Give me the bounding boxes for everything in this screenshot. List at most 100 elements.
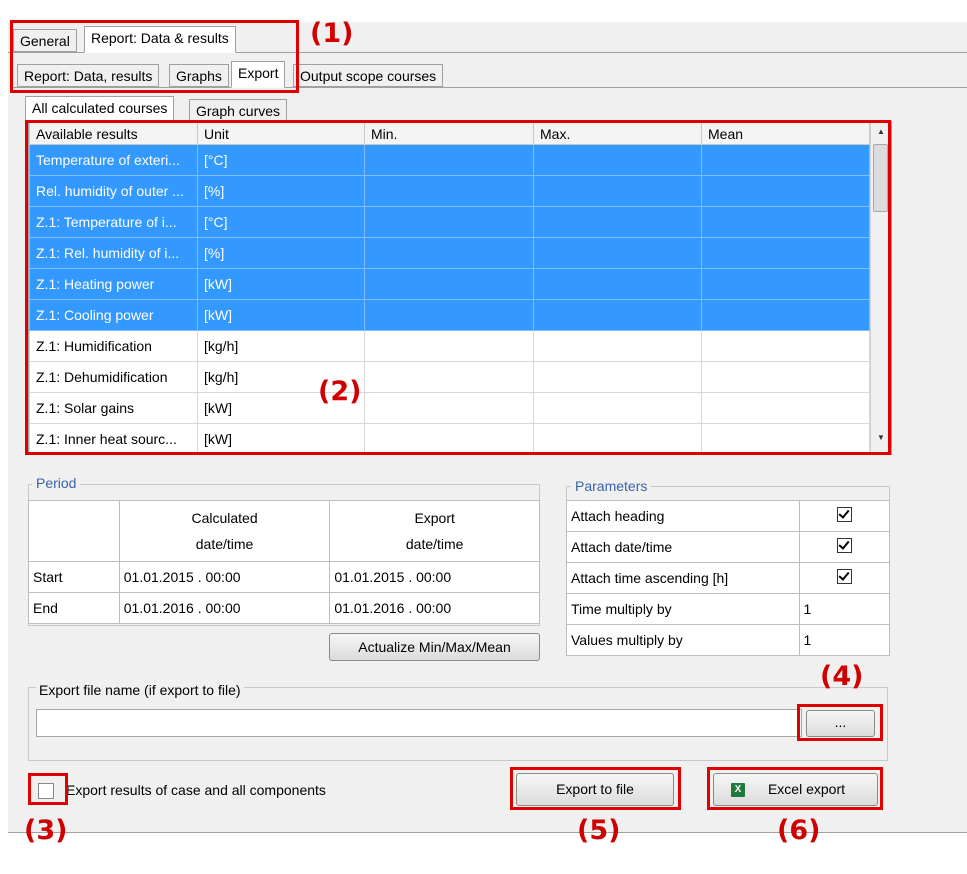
calculated-header-2: date/time (195, 536, 254, 552)
result-mean (701, 144, 870, 176)
result-unit: [kW] (197, 299, 365, 331)
result-mean (701, 392, 870, 424)
attach-heading-label: Attach heading (566, 500, 800, 532)
calculated-header-1: Calculated (191, 510, 258, 526)
period-legend: Period (32, 475, 81, 491)
browse-button[interactable]: ... (806, 710, 875, 737)
result-unit: [kW] (197, 423, 365, 454)
parameters-table: Attach heading Attach date/time Attach t… (566, 500, 890, 656)
attach-heading-cell (798, 500, 890, 532)
export-all-label[interactable]: Export results of case and all component… (66, 782, 326, 798)
scroll-down-arrow-icon[interactable]: ▼ (871, 430, 891, 446)
result-max (533, 299, 702, 331)
result-min (364, 361, 534, 393)
result-mean (701, 206, 870, 238)
export-file-input[interactable] (36, 709, 802, 737)
result-min (364, 423, 534, 454)
result-name: Z.1: Rel. humidity of i... (29, 237, 198, 269)
tab-graph-curves[interactable]: Graph curves (189, 99, 288, 122)
table-row[interactable]: Rel. humidity of outer ... [%] (29, 175, 870, 207)
callout-label-6: (6) (777, 815, 821, 846)
attach-datetime-checkbox[interactable] (836, 538, 852, 553)
result-min (364, 299, 534, 331)
values-multiply-input[interactable]: 1 (798, 624, 890, 656)
result-unit: [kW] (197, 268, 365, 300)
callout-label-4: (4) (820, 661, 864, 692)
col-min[interactable]: Min. (364, 122, 534, 145)
result-name: Temperature of exteri... (29, 144, 198, 176)
attach-datetime-label: Attach date/time (566, 531, 800, 563)
scroll-up-arrow-icon[interactable]: ▲ (871, 124, 891, 140)
export-to-file-button[interactable]: Export to file (516, 773, 674, 806)
result-max (533, 392, 702, 424)
result-name: Z.1: Solar gains (29, 392, 198, 424)
results-scrollbar[interactable]: ▲ ▼ (870, 122, 891, 453)
table-row[interactable]: Temperature of exteri... [°C] (29, 144, 870, 176)
callout-label-1: (1) (310, 18, 354, 49)
col-max[interactable]: Max. (533, 122, 702, 145)
result-min (364, 237, 534, 269)
scroll-thumb[interactable] (873, 144, 888, 212)
tab-all-calculated-courses[interactable]: All calculated courses (25, 96, 175, 122)
end-export-input[interactable]: 01.01.2016 . 00:00 (329, 592, 540, 624)
export-header-1: Export (414, 510, 455, 526)
col-available-results[interactable]: Available results (29, 122, 198, 145)
result-mean (701, 361, 870, 393)
col-mean[interactable]: Mean (701, 122, 870, 145)
tab-output-scope-courses[interactable]: Output scope courses (293, 64, 444, 87)
result-name: Z.1: Dehumidification (29, 361, 198, 393)
tab-general[interactable]: General (13, 29, 77, 52)
attach-time-ascending-cell (798, 562, 890, 594)
result-unit: [°C] (197, 206, 365, 238)
export-header-2: date/time (405, 536, 464, 552)
callout-label-3: (3) (24, 815, 68, 846)
result-max (533, 175, 702, 207)
export-all-checkbox[interactable] (38, 783, 54, 799)
result-name: Z.1: Inner heat sourc... (29, 423, 198, 454)
result-unit: [%] (197, 237, 365, 269)
result-min (364, 206, 534, 238)
result-max (533, 330, 702, 362)
callout-label-2: (2) (318, 376, 362, 407)
callout-label-5: (5) (577, 815, 621, 846)
attach-heading-checkbox[interactable] (836, 507, 852, 522)
table-row[interactable]: Z.1: Rel. humidity of i... [%] (29, 237, 870, 269)
period-col-calculated: Calculated date/time (118, 500, 331, 562)
start-label: Start (28, 561, 120, 593)
parameters-legend: Parameters (571, 478, 652, 494)
table-row[interactable]: Z.1: Dehumidification [kg/h] (29, 361, 870, 393)
table-row[interactable]: Z.1: Humidification [kg/h] (29, 330, 870, 362)
table-row[interactable]: Z.1: Cooling power [kW] (29, 299, 870, 331)
time-multiply-label: Time multiply by (566, 593, 800, 625)
tab-report-data-results[interactable]: Report: Data & results (84, 26, 236, 53)
results-header-row: Available results Unit Min. Max. Mean (29, 122, 870, 145)
result-unit: [%] (197, 175, 365, 207)
end-calculated: 01.01.2016 . 00:00 (118, 592, 331, 624)
period-corner (28, 500, 120, 562)
tab-graphs[interactable]: Graphs (169, 64, 229, 87)
result-mean (701, 268, 870, 300)
excel-export-button[interactable]: X Excel export (713, 773, 878, 806)
result-max (533, 423, 702, 454)
result-mean (701, 237, 870, 269)
table-row[interactable]: Z.1: Solar gains [kW] (29, 392, 870, 424)
result-min (364, 268, 534, 300)
col-unit[interactable]: Unit (197, 122, 365, 145)
table-row[interactable]: Z.1: Inner heat sourc... [kW] (29, 423, 870, 454)
result-name: Z.1: Heating power (29, 268, 198, 300)
result-min (364, 330, 534, 362)
result-max (533, 144, 702, 176)
time-multiply-input[interactable]: 1 (798, 593, 890, 625)
tab-export[interactable]: Export (231, 61, 286, 88)
table-row[interactable]: Z.1: Heating power [kW] (29, 268, 870, 300)
tab-report-data-results-sub[interactable]: Report: Data, results (17, 64, 160, 87)
table-row[interactable]: Z.1: Temperature of i... [°C] (29, 206, 870, 238)
period-col-export: Export date/time (329, 500, 540, 562)
result-mean (701, 423, 870, 454)
actualize-min-max-mean-button[interactable]: Actualize Min/Max/Mean (329, 633, 540, 661)
period-table: Calculated date/time Export date/time Star… (28, 500, 540, 624)
start-export-input[interactable]: 01.01.2015 . 00:00 (329, 561, 540, 593)
attach-time-ascending-checkbox[interactable] (836, 569, 852, 584)
result-max (533, 206, 702, 238)
result-mean (701, 175, 870, 207)
